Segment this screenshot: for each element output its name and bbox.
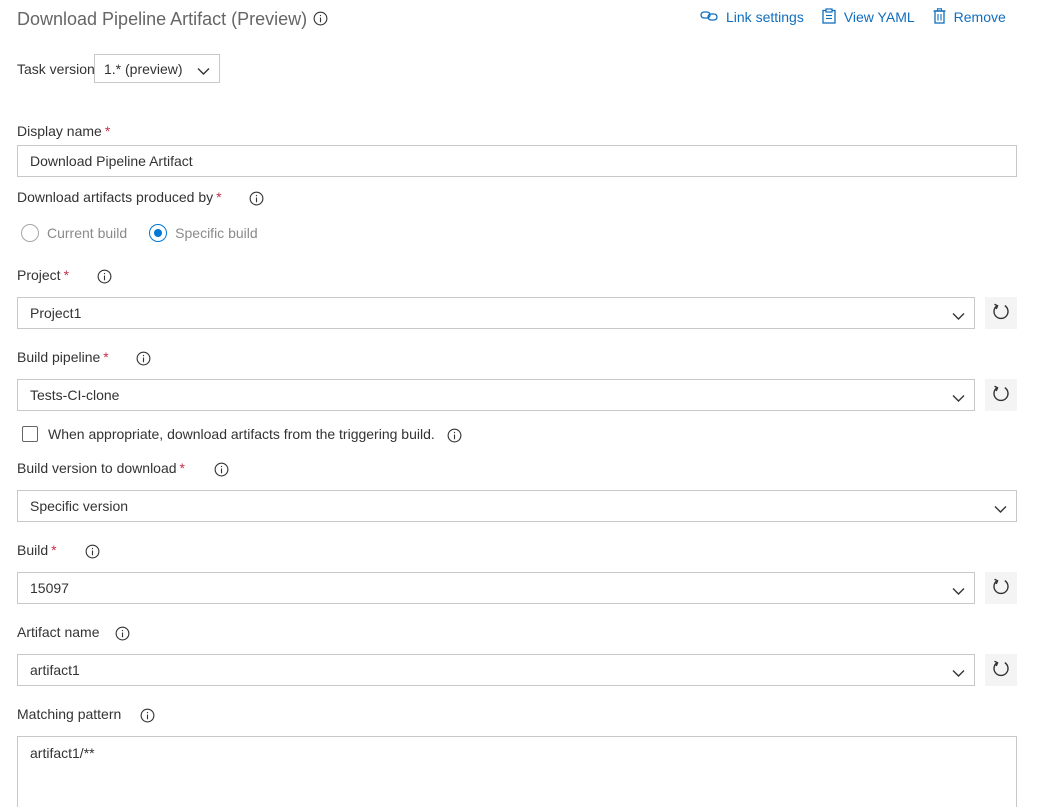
triggering-build-option: When appropriate, download artifacts fro…: [22, 426, 462, 443]
radio-specific-build[interactable]: Specific build: [149, 224, 258, 242]
artifact-name-select[interactable]: artifact1: [17, 654, 975, 686]
info-icon[interactable]: [214, 461, 229, 479]
task-version-label: Task version: [17, 61, 95, 77]
artifact-name-label: Artifact name: [17, 624, 100, 640]
link-icon: [700, 9, 726, 26]
required-marker: *: [179, 460, 185, 476]
trash-icon: [933, 7, 954, 27]
refresh-icon: [992, 577, 1010, 600]
chevron-down-icon: [952, 665, 965, 681]
build-pipeline-select[interactable]: Tests-CI-clone: [17, 379, 975, 411]
info-icon[interactable]: [85, 543, 100, 561]
required-marker: *: [51, 542, 57, 558]
triggering-build-label: When appropriate, download artifacts fro…: [48, 426, 435, 443]
info-icon[interactable]: [447, 426, 462, 443]
display-name-label: Display name *: [17, 123, 111, 139]
artifact-name-refresh-button[interactable]: [985, 654, 1017, 686]
radio-button[interactable]: [21, 224, 39, 242]
refresh-icon: [992, 384, 1010, 407]
matching-pattern-textarea[interactable]: artifact1/**: [17, 736, 1017, 807]
info-icon[interactable]: [313, 11, 328, 31]
produced-by-radio-group: Current build Specific build: [21, 224, 280, 242]
matching-pattern-label: Matching pattern: [17, 706, 122, 722]
chevron-down-icon: [952, 390, 965, 406]
info-icon[interactable]: [115, 625, 130, 643]
refresh-icon: [992, 659, 1010, 682]
radio-current-build[interactable]: Current build: [21, 224, 127, 242]
link-settings-label: Link settings: [726, 9, 804, 25]
project-label: Project *: [17, 267, 70, 283]
project-select[interactable]: Project1: [17, 297, 975, 329]
link-settings-button[interactable]: Link settings: [700, 9, 804, 26]
build-pipeline-label: Build pipeline *: [17, 349, 109, 365]
build-refresh-button[interactable]: [985, 572, 1017, 604]
info-icon[interactable]: [136, 350, 151, 368]
task-version-value: 1.* (preview): [104, 60, 183, 77]
remove-button[interactable]: Remove: [933, 7, 1006, 27]
required-marker: *: [63, 267, 70, 283]
chevron-down-icon: [952, 308, 965, 324]
required-marker: *: [104, 123, 111, 139]
info-icon[interactable]: [249, 190, 264, 208]
build-pipeline-refresh-button[interactable]: [985, 379, 1017, 411]
produced-by-label: Download artifacts produced by *: [17, 189, 222, 205]
remove-label: Remove: [953, 9, 1006, 25]
build-label: Build *: [17, 542, 57, 558]
task-editor-panel: Download Pipeline Artifact (Preview) Lin…: [0, 0, 1040, 807]
required-marker: *: [103, 349, 109, 365]
task-version-select[interactable]: 1.* (preview): [94, 54, 220, 83]
radio-button-checked[interactable]: [149, 224, 168, 242]
build-select[interactable]: 15097: [17, 572, 975, 604]
triggering-build-checkbox[interactable]: [22, 426, 38, 443]
view-yaml-button[interactable]: View YAML: [822, 7, 915, 27]
refresh-icon: [992, 302, 1010, 325]
build-version-select[interactable]: Specific version: [17, 490, 1017, 522]
display-name-input[interactable]: Download Pipeline Artifact: [17, 145, 1017, 177]
info-icon[interactable]: [140, 707, 155, 725]
project-refresh-button[interactable]: [985, 297, 1017, 329]
view-yaml-label: View YAML: [843, 9, 915, 25]
chevron-down-icon: [994, 501, 1007, 517]
build-version-label: Build version to download *: [17, 460, 185, 476]
page-title: Download Pipeline Artifact (Preview): [17, 9, 308, 29]
chevron-down-icon: [952, 583, 965, 599]
chevron-down-icon: [197, 63, 210, 79]
header-actions: Link settings View YAML Remove: [700, 6, 1006, 28]
required-marker: *: [216, 189, 222, 205]
info-icon[interactable]: [97, 268, 112, 286]
clipboard-icon: [822, 7, 844, 27]
